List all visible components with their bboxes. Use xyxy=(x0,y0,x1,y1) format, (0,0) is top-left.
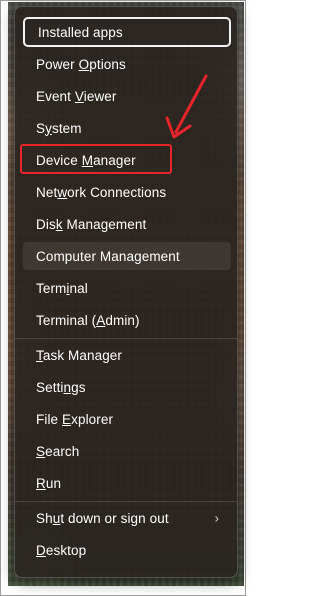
highlight-box xyxy=(20,144,172,174)
menu-item-label: Terminal (Admin) xyxy=(36,312,140,328)
menu-item-label: Disk Management xyxy=(36,216,147,232)
menu-item-label: Event Viewer xyxy=(36,88,117,104)
menu-item-computer-management[interactable]: Computer Management xyxy=(23,242,231,270)
menu-item-label: Installed apps xyxy=(38,24,123,40)
menu-item-search[interactable]: Search xyxy=(23,437,231,465)
menu-item-label: Computer Management xyxy=(36,248,180,264)
menu-item-label: Search xyxy=(36,443,80,459)
menu-item-label: Desktop xyxy=(36,542,87,558)
menu-item-label: System xyxy=(36,120,82,136)
menu-item-desktop[interactable]: Desktop xyxy=(23,536,231,564)
menu-item-label: File Explorer xyxy=(36,411,114,427)
menu-item-settings[interactable]: Settings xyxy=(23,373,231,401)
menu-item-file-explorer[interactable]: File Explorer xyxy=(23,405,231,433)
menu-item-task-manager[interactable]: Task Manager xyxy=(23,341,231,369)
menu-item-network-connections[interactable]: Network Connections xyxy=(23,178,231,206)
menu-item-label: Shut down or sign out xyxy=(36,510,169,526)
menu-item-label: Terminal xyxy=(36,280,88,296)
menu-item-shut-down-or-sign-out[interactable]: Shut down or sign out › xyxy=(23,504,231,532)
menu-item-run[interactable]: Run xyxy=(23,469,231,497)
menu-item-disk-management[interactable]: Disk Management xyxy=(23,210,231,238)
menu-item-terminal-admin[interactable]: Terminal (Admin) xyxy=(23,306,231,334)
menu-item-label: Power Options xyxy=(36,56,126,72)
menu-item-label: Network Connections xyxy=(36,184,167,200)
menu-item-label: Task Manager xyxy=(36,347,122,363)
chevron-right-icon: › xyxy=(214,510,219,526)
annotation-arrow xyxy=(165,74,208,139)
menu-separator xyxy=(15,501,237,502)
menu-item-label: Settings xyxy=(36,379,86,395)
menu-separator xyxy=(15,338,237,339)
menu-item-installed-apps[interactable]: Installed apps xyxy=(23,17,231,47)
menu-item-terminal[interactable]: Terminal xyxy=(23,274,231,302)
menu-item-label: Run xyxy=(36,475,62,491)
